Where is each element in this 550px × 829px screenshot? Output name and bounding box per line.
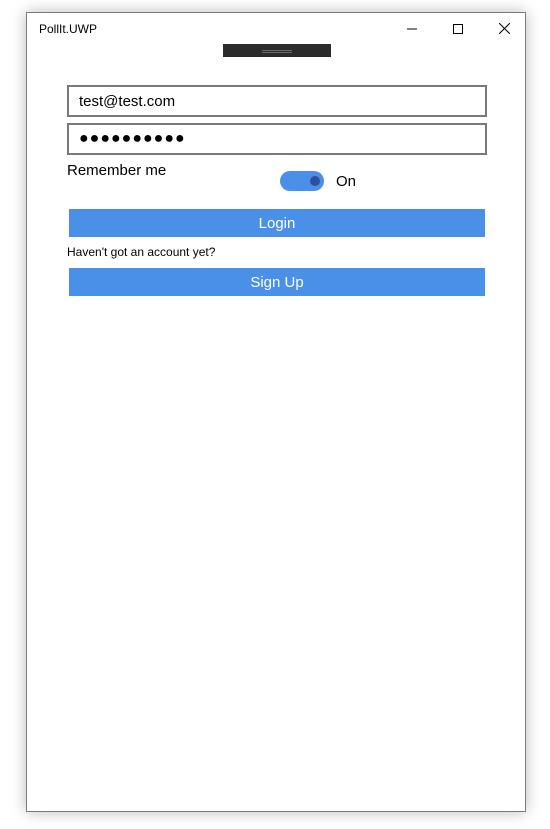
maximize-button[interactable] [435, 13, 481, 44]
password-field[interactable]: ●●●●●●●●●● [67, 123, 487, 155]
app-window: PollIt.UWP test@test.com ●●●●●●●●●● Reme… [26, 12, 526, 812]
toggle-knob [310, 176, 320, 186]
minimize-icon [407, 28, 417, 29]
email-field[interactable]: test@test.com [67, 85, 487, 117]
minimize-button[interactable] [389, 13, 435, 44]
remember-me-label: Remember me [67, 162, 167, 179]
debug-toolbar-handle[interactable] [223, 44, 331, 57]
account-prompt: Haven't got an account yet? [67, 245, 216, 259]
close-button[interactable] [481, 13, 527, 44]
email-field-value: test@test.com [79, 92, 176, 110]
maximize-icon [453, 23, 463, 34]
sign-up-button-label: Sign Up [250, 273, 304, 291]
login-button[interactable]: Login [69, 209, 485, 237]
remember-me-toggle[interactable] [280, 171, 324, 191]
login-button-label: Login [258, 214, 296, 232]
title-bar[interactable]: PollIt.UWP [27, 13, 525, 44]
window-title: PollIt.UWP [39, 22, 98, 36]
password-field-value: ●●●●●●●●●● [79, 130, 186, 147]
sign-up-button[interactable]: Sign Up [69, 268, 485, 296]
handle-grip-icon [262, 50, 292, 51]
close-icon [498, 23, 510, 34]
toggle-state-label: On [336, 173, 357, 190]
